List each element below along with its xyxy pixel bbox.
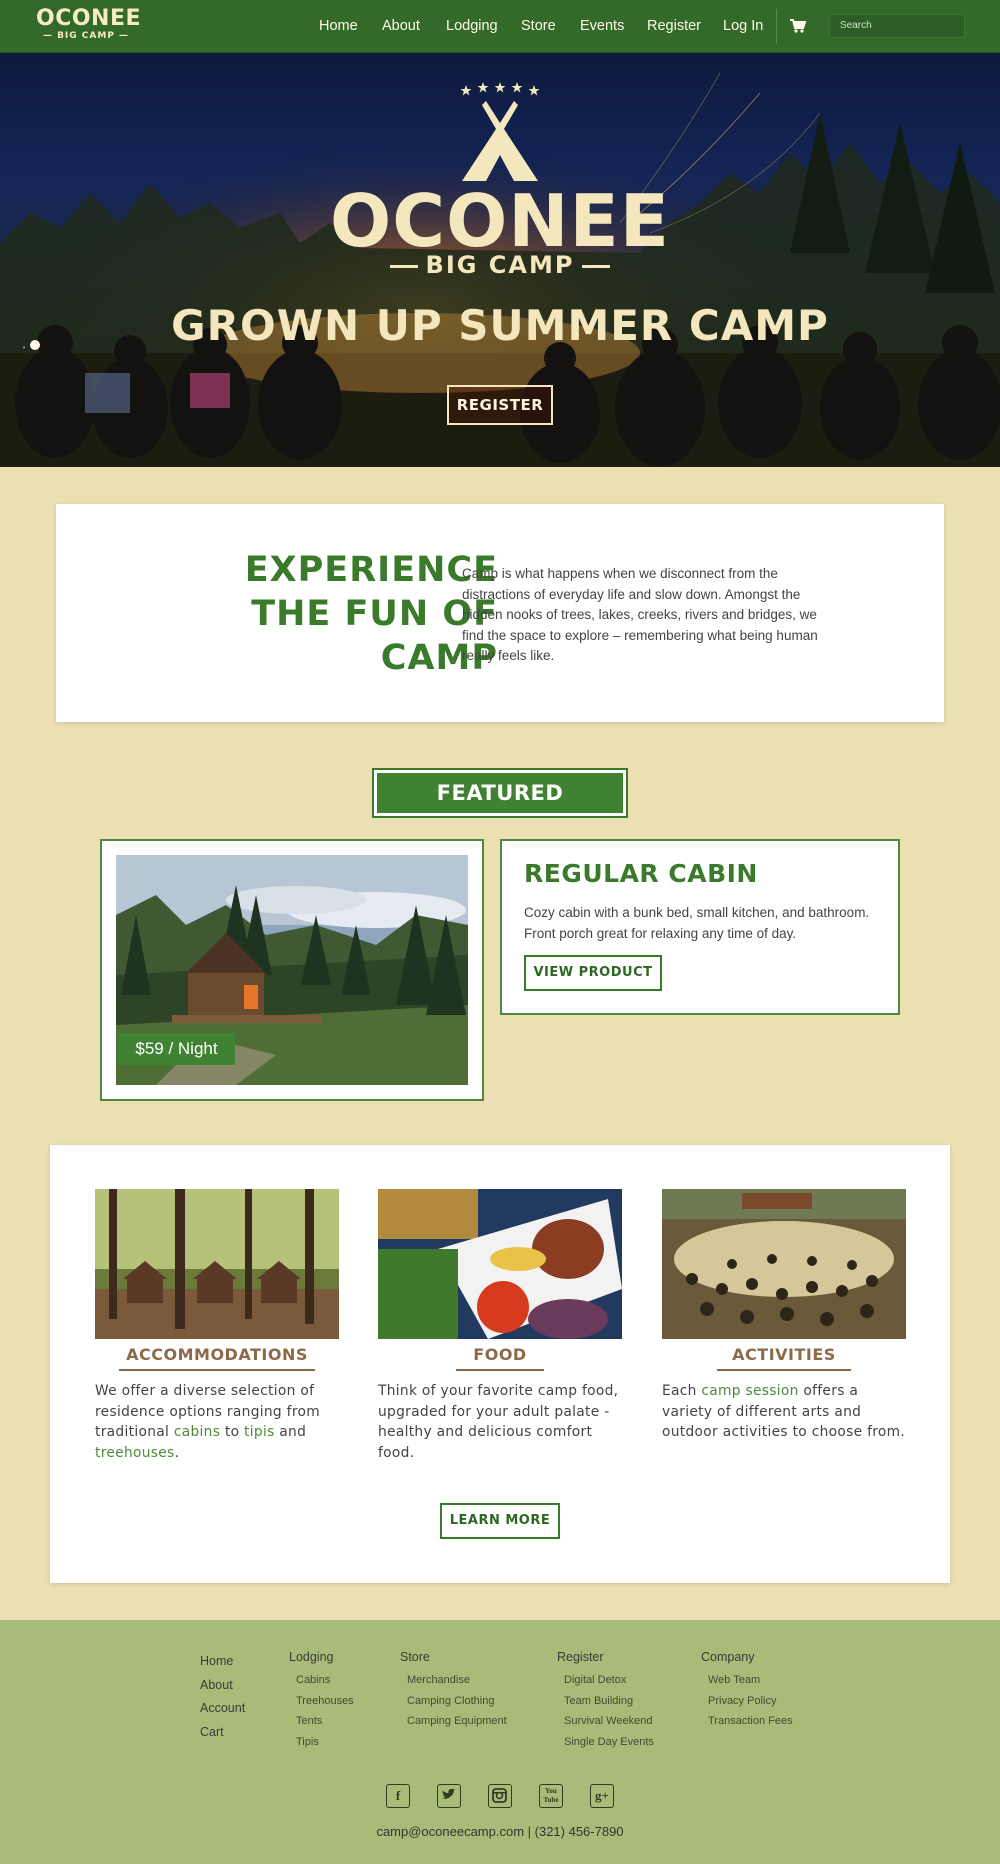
nav-link-home[interactable]: Home: [319, 18, 358, 34]
hero-tagline: GROWN UP SUMMER CAMP: [171, 301, 829, 350]
accommodations-text-c: and: [274, 1424, 307, 1440]
nav-logo[interactable]: OCONEE — BIG CAMP —: [36, 6, 142, 42]
food-column: FOOD Think of your favorite camp food, u…: [378, 1189, 622, 1463]
footer-link-cabins[interactable]: Cabins: [296, 1670, 354, 1691]
nav-logo-title: OCONEE: [36, 6, 142, 31]
footer-link-privacy-policy[interactable]: Privacy Policy: [708, 1691, 793, 1712]
footer-register-column: Register Digital Detox Team Building Sur…: [557, 1650, 654, 1752]
footer-store-column: Store Merchandise Camping Clothing Campi…: [400, 1650, 507, 1732]
accommodations-title: ACCOMMODATIONS: [119, 1345, 315, 1371]
footer-link-tipis[interactable]: Tipis: [296, 1732, 354, 1753]
cart-icon[interactable]: [789, 17, 807, 35]
activities-text-a: Each: [662, 1383, 702, 1399]
accommodations-column: ACCOMMODATIONS We offer a diverse select…: [95, 1189, 339, 1463]
featured-description: Cozy cabin with a bunk bed, small kitche…: [524, 905, 870, 941]
featured-image-card[interactable]: $59 / Night: [100, 839, 484, 1101]
accommodations-image[interactable]: [95, 1189, 339, 1339]
footer-link-transaction-fees[interactable]: Transaction Fees: [708, 1711, 793, 1732]
search-input[interactable]: Search: [829, 14, 965, 38]
view-product-button[interactable]: VIEW PRODUCT: [524, 955, 662, 991]
footer-link-account[interactable]: Account: [200, 1697, 245, 1721]
activities-image[interactable]: [662, 1189, 906, 1339]
nav-logo-subtitle: — BIG CAMP —: [42, 31, 130, 41]
hero-logo-title: OCONEE: [330, 179, 670, 263]
footer-company-head[interactable]: Company: [701, 1650, 793, 1664]
cabins-link[interactable]: cabins: [174, 1424, 220, 1440]
camp-session-link[interactable]: camp session: [701, 1383, 798, 1399]
footer-link-camping-equipment[interactable]: Camping Equipment: [407, 1711, 507, 1732]
highlights-panel: ACCOMMODATIONS We offer a diverse select…: [50, 1145, 950, 1583]
activities-title: ACTIVITIES: [717, 1345, 851, 1371]
tipis-link[interactable]: tipis: [244, 1424, 275, 1440]
google-plus-glyph: g+: [595, 1788, 609, 1803]
instagram-camera-glyph: [492, 1788, 507, 1803]
nav-link-events[interactable]: Events: [580, 18, 624, 34]
hero-register-button[interactable]: REGISTER: [447, 385, 553, 425]
nav-link-register[interactable]: Register: [647, 18, 701, 34]
nav-divider: [776, 9, 777, 44]
footer-link-single-day-events[interactable]: Single Day Events: [564, 1732, 654, 1753]
accommodations-text: We offer a diverse selection of residenc…: [95, 1381, 339, 1463]
experience-text: Camp is what happens when we disconnect …: [462, 566, 818, 663]
featured-badge-label: FEATURED: [377, 773, 623, 813]
nav-link-lodging[interactable]: Lodging: [446, 18, 498, 34]
hero-logo-subtitle-text: BIG CAMP: [425, 251, 575, 279]
youtube-glyph: You Tube: [543, 1787, 559, 1804]
footer-link-web-team[interactable]: Web Team: [708, 1670, 793, 1691]
featured-info-card: REGULAR CABIN Cozy cabin with a bunk bed…: [500, 839, 900, 1015]
treehouses-link[interactable]: treehouses: [95, 1445, 175, 1461]
google-plus-icon[interactable]: g+: [590, 1784, 614, 1808]
hero-logo-subtitle: BIG CAMP: [380, 251, 620, 279]
accommodations-text-b: to: [220, 1424, 245, 1440]
footer-link-camping-clothing[interactable]: Camping Clothing: [407, 1691, 507, 1712]
footer-lodging-column: Lodging Cabins Treehouses Tents Tipis: [289, 1650, 354, 1752]
footer-link-treehouses[interactable]: Treehouses: [296, 1691, 354, 1712]
youtube-icon[interactable]: You Tube: [539, 1784, 563, 1808]
experience-card: EXPERIENCE THE FUN OF CAMP Camp is what …: [56, 504, 944, 722]
footer-store-head[interactable]: Store: [400, 1650, 507, 1664]
footer-link-tents[interactable]: Tents: [296, 1711, 354, 1732]
facebook-icon[interactable]: f: [386, 1784, 410, 1808]
activities-text: Each camp session offers a variety of di…: [662, 1381, 906, 1443]
nav-link-login[interactable]: Log In: [723, 18, 763, 34]
food-title: FOOD: [456, 1345, 544, 1371]
footer-register-head[interactable]: Register: [557, 1650, 654, 1664]
top-nav: OCONEE — BIG CAMP — Home About Lodging S…: [0, 0, 1000, 53]
footer-link-home[interactable]: Home: [200, 1650, 245, 1674]
experience-title: EXPERIENCE THE FUN OF CAMP: [244, 550, 498, 678]
twitter-icon[interactable]: [437, 1784, 461, 1808]
stars-icon: [460, 82, 540, 96]
footer-lodging-head[interactable]: Lodging: [289, 1650, 354, 1664]
footer-contact: camp@oconeecamp.com | (321) 456-7890: [376, 1824, 624, 1839]
footer-link-merchandise[interactable]: Merchandise: [407, 1670, 507, 1691]
accommodations-text-d: .: [174, 1444, 180, 1461]
footer-main-links: Home About Account Cart: [200, 1650, 245, 1744]
learn-more-button[interactable]: LEARN MORE: [440, 1503, 560, 1539]
instagram-icon[interactable]: [488, 1784, 512, 1808]
price-tag: $59 / Night: [118, 1033, 235, 1065]
nav-link-about[interactable]: About: [382, 18, 420, 34]
activities-column: ACTIVITIES Each camp session offers a va…: [662, 1189, 906, 1443]
footer-link-about[interactable]: About: [200, 1674, 245, 1698]
footer-link-team-building[interactable]: Team Building: [564, 1691, 654, 1712]
featured-title: REGULAR CABIN: [524, 859, 758, 888]
hero-banner: OCONEE BIG CAMP GROWN UP SUMMER CAMP REG…: [0, 53, 1000, 467]
footer-link-digital-detox[interactable]: Digital Detox: [564, 1670, 654, 1691]
food-text: Think of your favorite camp food, upgrad…: [378, 1383, 619, 1461]
nav-link-store[interactable]: Store: [521, 18, 556, 34]
footer-link-survival-weekend[interactable]: Survival Weekend: [564, 1711, 654, 1732]
footer-company-column: Company Web Team Privacy Policy Transact…: [701, 1650, 793, 1732]
featured-badge: FEATURED: [372, 768, 628, 818]
twitter-bird-glyph: [442, 1788, 456, 1799]
footer-link-cart[interactable]: Cart: [200, 1721, 245, 1745]
food-image[interactable]: [378, 1189, 622, 1339]
facebook-glyph: f: [395, 1788, 401, 1803]
tent-logo-icon: [462, 101, 538, 181]
footer: Home About Account Cart Lodging Cabins T…: [0, 1620, 1000, 1864]
